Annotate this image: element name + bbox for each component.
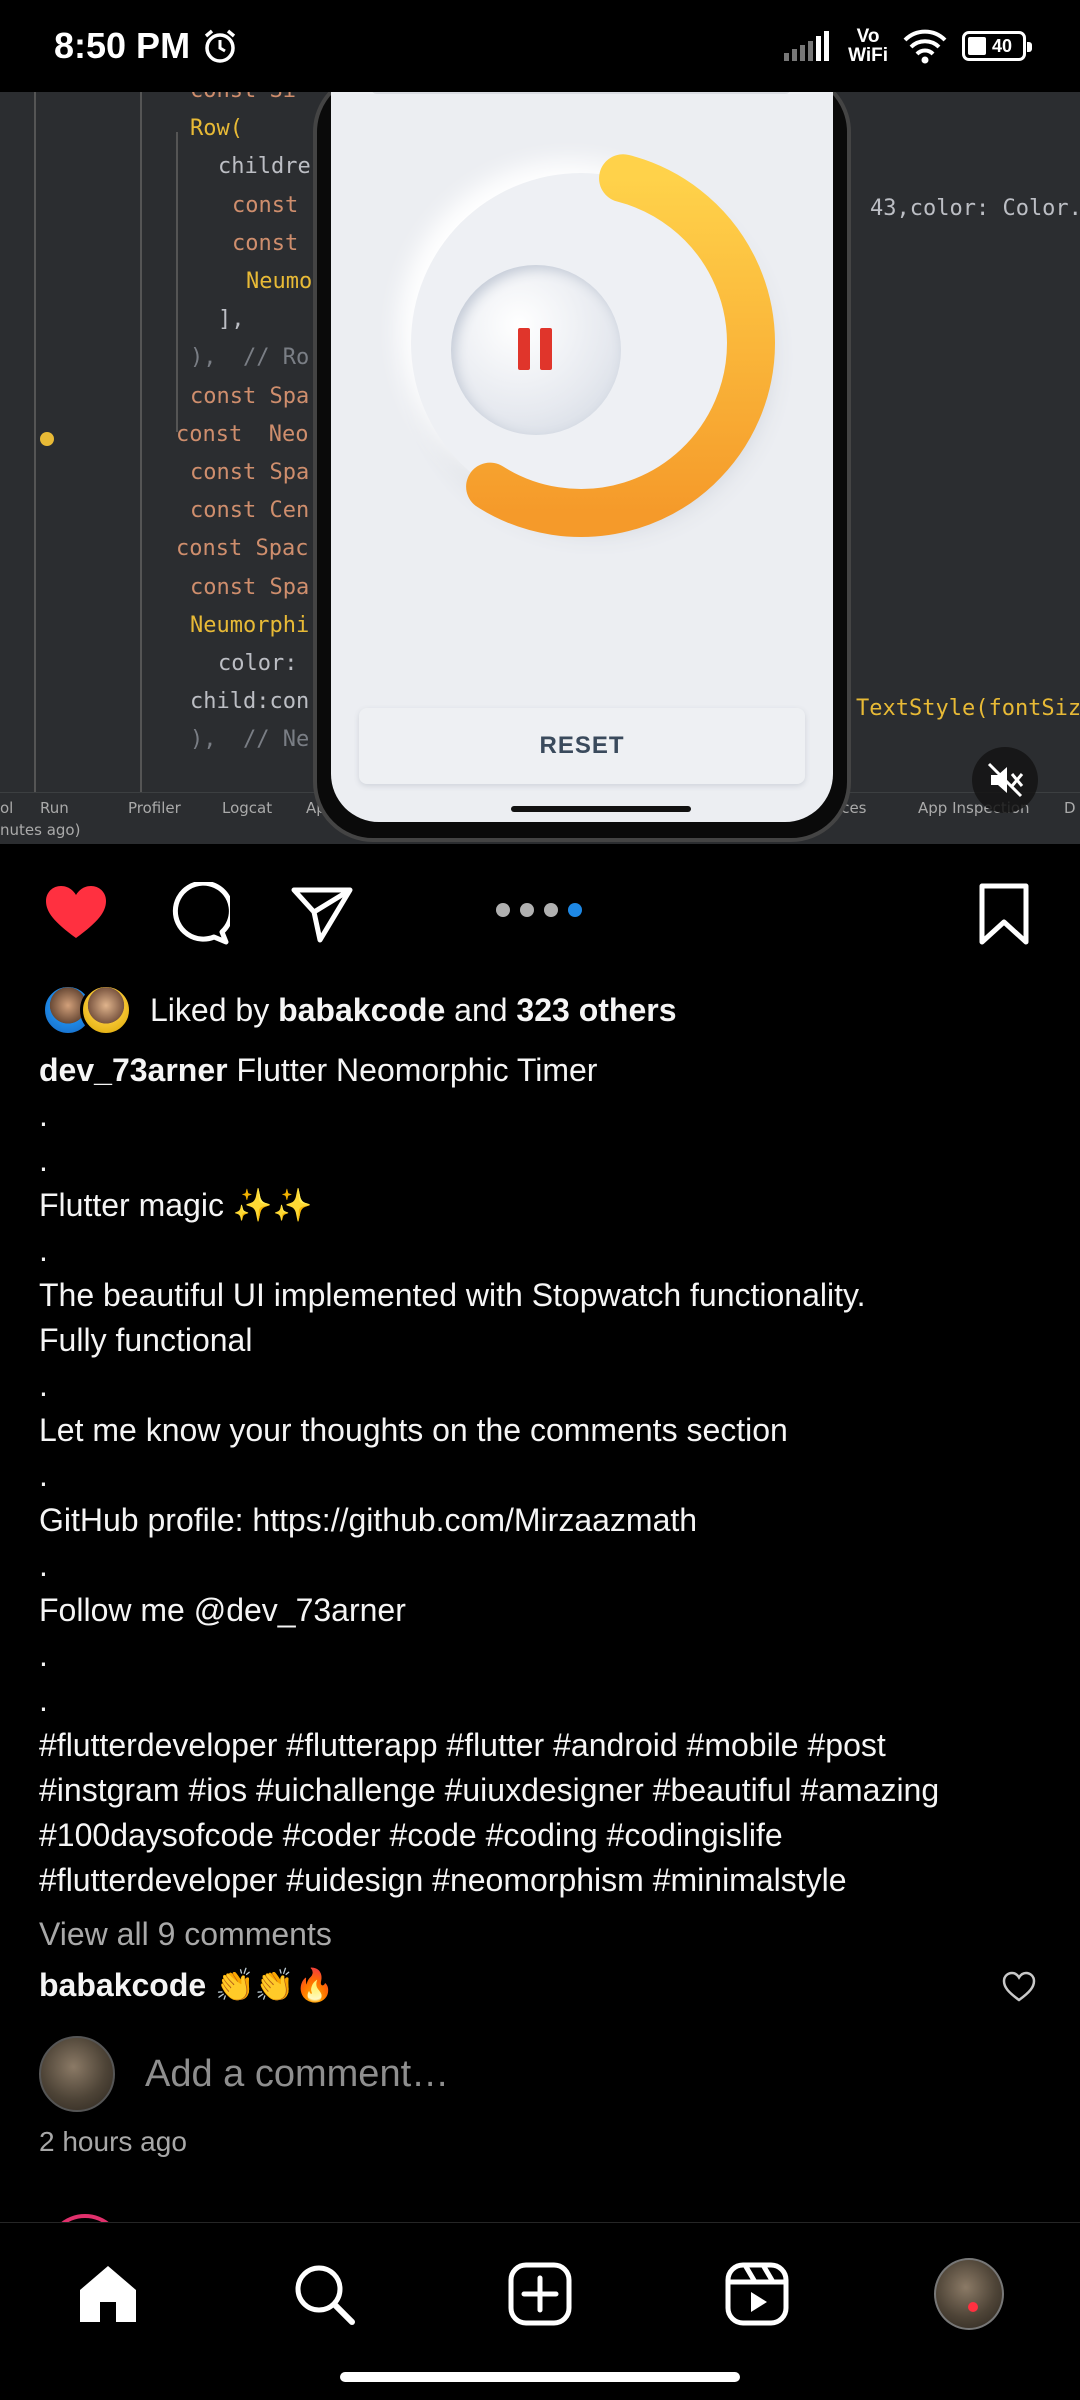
search-icon bbox=[295, 2265, 355, 2325]
liked-by-user[interactable]: babakcode bbox=[278, 992, 445, 1028]
code-line: Row( bbox=[190, 116, 243, 142]
reset-button[interactable]: RESET bbox=[359, 708, 805, 784]
comment-bubble-icon[interactable] bbox=[166, 882, 230, 946]
likes-text: Liked by babakcode and 323 others bbox=[150, 991, 677, 1028]
code-line: const Cen bbox=[190, 498, 310, 524]
heart-filled-icon[interactable] bbox=[44, 882, 108, 946]
phone-mockup: RESET bbox=[313, 92, 851, 842]
plus-square-icon bbox=[508, 2262, 572, 2326]
nav-profile[interactable] bbox=[934, 2258, 1004, 2330]
code-line: ), // Ro bbox=[190, 345, 310, 371]
view-all-comments-link[interactable]: View all 9 comments bbox=[39, 1916, 332, 1953]
post-timestamp: 2 hours ago bbox=[39, 2126, 187, 2157]
likes-count[interactable]: 323 others bbox=[516, 992, 676, 1028]
vowifi-label: Vo WiFi bbox=[848, 26, 888, 66]
cell-signal-icon bbox=[784, 31, 830, 61]
caption-line: . bbox=[39, 1457, 48, 1493]
caption-line: . bbox=[39, 1232, 48, 1268]
home-icon bbox=[80, 2266, 136, 2322]
code-line: child:con bbox=[190, 689, 310, 715]
status-time: 8:50 PM bbox=[54, 25, 191, 66]
code-line: const Spa bbox=[190, 574, 310, 600]
comment-like-heart-icon[interactable] bbox=[1002, 1970, 1036, 2004]
reels-icon bbox=[725, 2262, 789, 2326]
nav-reels[interactable] bbox=[722, 2259, 792, 2329]
caption-line: . bbox=[39, 1682, 48, 1718]
lightbulb-icon bbox=[40, 432, 54, 446]
carousel-dot bbox=[496, 903, 510, 917]
caption-line: . bbox=[39, 1367, 48, 1403]
hashtag-line[interactable]: #instgram #ios #uichallenge #uiuxdesigne… bbox=[39, 1768, 1039, 1813]
pause-icon bbox=[518, 328, 530, 370]
toolbar-profiler: Profiler bbox=[128, 799, 181, 817]
toolbar-run: Run bbox=[40, 799, 69, 817]
code-line: childre bbox=[218, 154, 311, 180]
speaker-muted-icon bbox=[987, 762, 1024, 798]
mute-button[interactable] bbox=[972, 747, 1038, 813]
caption-line: . bbox=[39, 1097, 48, 1133]
caption-line: Let me know your thoughts on the comment… bbox=[39, 1412, 788, 1448]
comment-text: 👏👏🔥 bbox=[206, 1967, 335, 2003]
current-user-avatar bbox=[39, 2036, 115, 2112]
code-line: ], bbox=[218, 307, 245, 333]
hashtag-line[interactable]: #flutterdeveloper #uidesign #neomorphism… bbox=[39, 1858, 1039, 1903]
caption-title: Flutter Neomorphic Timer bbox=[227, 1052, 598, 1088]
bookmark-icon[interactable] bbox=[972, 882, 1036, 946]
paper-plane-icon[interactable] bbox=[290, 882, 354, 946]
hashtag-line[interactable]: #flutterdeveloper #flutterapp #flutter #… bbox=[39, 1723, 1039, 1768]
add-comment-input[interactable]: Add a comment… bbox=[145, 2053, 449, 2096]
battery-icon: 40 bbox=[962, 31, 1032, 61]
top-comment: babakcode 👏👏🔥 bbox=[39, 1966, 335, 2004]
battery-level: 40 bbox=[991, 35, 1013, 56]
comment-username[interactable]: babakcode bbox=[39, 1967, 206, 2003]
caption-line: The beautiful UI implemented with Stopwa… bbox=[39, 1277, 866, 1313]
caption-line: . bbox=[39, 1547, 48, 1583]
code-line: const Spa bbox=[190, 460, 310, 485]
alarm-icon bbox=[204, 29, 236, 63]
code-line: const Spa bbox=[190, 383, 310, 409]
carousel-dot bbox=[544, 903, 558, 917]
code-line: const Neo bbox=[176, 421, 309, 447]
carousel-indicator bbox=[496, 903, 582, 917]
code-line: color: bbox=[218, 651, 298, 676]
caption-mention-line[interactable]: Follow me @dev_73arner bbox=[39, 1588, 1039, 1633]
code-line: const bbox=[232, 192, 299, 218]
caption-line: Flutter magic ✨✨ bbox=[39, 1187, 313, 1223]
code-line: Neumorphi bbox=[190, 612, 310, 638]
caption-line: . bbox=[39, 1637, 48, 1673]
caption-line: . bbox=[39, 1142, 48, 1178]
code-line: const Si bbox=[190, 92, 296, 103]
avatar bbox=[80, 984, 132, 1036]
code-line: ), // Ne bbox=[190, 727, 310, 753]
nav-home[interactable] bbox=[73, 2259, 143, 2329]
hashtag-line[interactable]: #100daysofcode #coder #code #coding #cod… bbox=[39, 1813, 1039, 1858]
wifi-icon bbox=[903, 29, 947, 64]
pause-button[interactable] bbox=[451, 265, 621, 435]
code-line: const Spac bbox=[176, 536, 309, 562]
status-bar: 8:50 PM Vo WiFi 40 bbox=[0, 0, 1080, 92]
post-caption: dev_73arner Flutter Neomorphic Timer . .… bbox=[39, 1048, 1039, 1903]
profile-avatar bbox=[934, 2258, 1004, 2330]
add-comment-row[interactable]: Add a comment… bbox=[39, 2036, 449, 2112]
post-media[interactable]: const Si Row( childre const const Neumo], ), /… bbox=[0, 92, 1080, 844]
code-line: Neumo bbox=[246, 269, 313, 294]
toolbar-logcat: Logcat bbox=[222, 799, 273, 817]
nav-search[interactable] bbox=[289, 2259, 359, 2329]
system-gesture-bar[interactable] bbox=[340, 2372, 740, 2382]
carousel-dot-active bbox=[568, 903, 582, 917]
profile-notification-dot bbox=[968, 2302, 978, 2312]
carousel-dot bbox=[520, 903, 534, 917]
caption-line: Fully functional bbox=[39, 1322, 253, 1358]
nav-create[interactable] bbox=[505, 2259, 575, 2329]
timer-app-screen: RESET bbox=[331, 92, 833, 822]
code-line: const bbox=[232, 230, 299, 256]
caption-link-line[interactable]: GitHub profile: https://github.com/Mirza… bbox=[39, 1498, 1039, 1543]
code-right-line-2: TextStyle(fontSiz bbox=[856, 696, 1080, 721]
caption-username[interactable]: dev_73arner bbox=[39, 1052, 228, 1088]
likes-summary[interactable]: Liked by babakcode and 323 others bbox=[42, 980, 677, 1040]
code-right-line-1: 43,color: Color. bbox=[870, 196, 1080, 221]
